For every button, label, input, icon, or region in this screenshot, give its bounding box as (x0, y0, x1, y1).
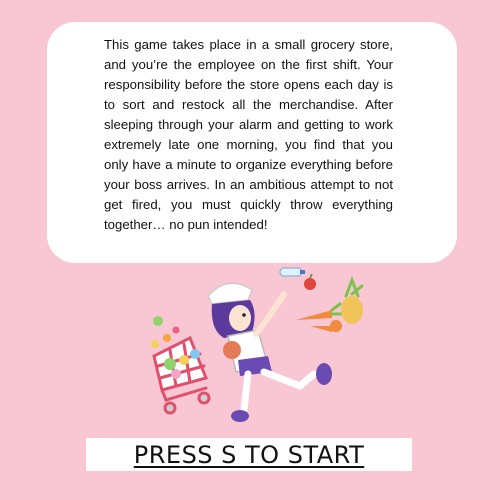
shopping-cart-icon (152, 335, 211, 415)
cart-item (190, 349, 200, 359)
start-prompt-bar[interactable]: PRESS S TO START (86, 438, 412, 471)
character-icon (207, 282, 332, 422)
apple-icon (304, 273, 316, 290)
falling-item (172, 326, 180, 334)
cart-item (164, 358, 176, 370)
falling-item (153, 316, 163, 326)
cart-item (179, 355, 189, 365)
start-prompt: PRESS S TO START (133, 440, 365, 469)
cart-item (171, 369, 181, 379)
illustration (151, 267, 364, 422)
falling-item (163, 334, 171, 342)
falling-item (151, 340, 159, 348)
falling-item (330, 320, 342, 332)
pineapple-icon (341, 275, 364, 324)
story-text: This game takes place in a small grocery… (104, 37, 393, 232)
bottle-icon (279, 267, 305, 277)
